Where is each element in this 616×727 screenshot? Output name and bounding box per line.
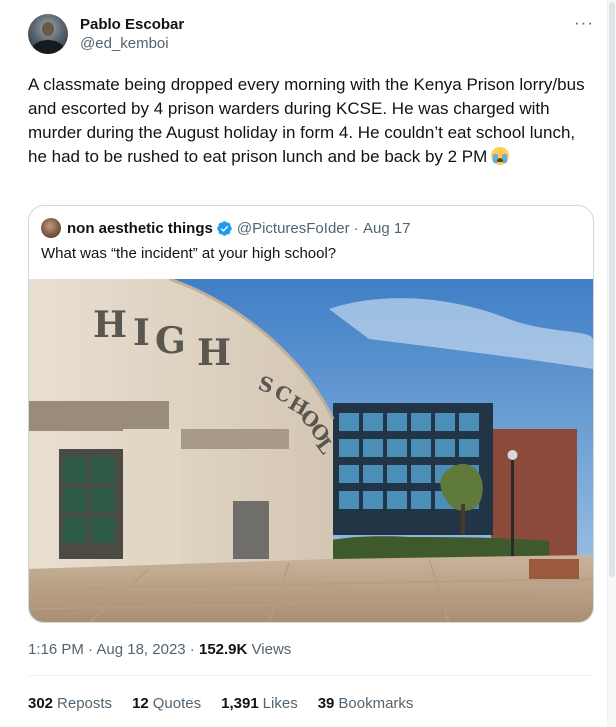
quoted-tweet-header: non aesthetic things @PicturesFoIder · A… (41, 218, 411, 238)
lamp-head (507, 450, 518, 460)
svg-text:H: H (93, 304, 127, 346)
author-handle[interactable]: @ed_kemboi (80, 34, 184, 54)
tweet-detail: Pablo Escobar @ed_kemboi ··· A classmate… (0, 0, 608, 727)
engagement-stats: 302 Reposts 12 Quotes 1,391 Likes 39 Bookmar… (28, 694, 433, 714)
author-avatar[interactable] (28, 14, 68, 54)
quoted-author-handle[interactable]: @PicturesFoIder (237, 220, 350, 237)
avatar-shoulders (32, 40, 64, 54)
quoted-tweet-text: What was “the incident” at your high sch… (41, 245, 337, 262)
pillar (123, 429, 181, 569)
author-info: Pablo Escobar @ed_kemboi (80, 15, 184, 54)
scrollbar[interactable] (608, 0, 616, 727)
quotes-stat[interactable]: 12 Quotes (132, 694, 201, 714)
planter (529, 559, 579, 579)
divider (28, 675, 594, 676)
more-options-icon[interactable]: ··· (574, 14, 594, 32)
tweet-timestamp: 1:16 PM · Aug 18, 2023 · 152.9K Views (28, 641, 292, 658)
avatar-head (42, 22, 54, 36)
quoted-author-name[interactable]: non aesthetic things (67, 220, 213, 237)
views-count: 152.9K (198, 641, 248, 658)
tree-trunk (461, 504, 465, 534)
views-label: Views (251, 641, 292, 658)
quoted-tweet-date[interactable]: Aug 17 (363, 220, 411, 237)
high-school-photo[interactable]: H I G H S C H O O L (29, 279, 593, 623)
reposts-stat[interactable]: 302 Reposts (28, 694, 112, 714)
author-display-name[interactable]: Pablo Escobar (80, 15, 184, 34)
canopy-shadow-2 (179, 429, 289, 449)
likes-stat[interactable]: 1,391 Likes (221, 694, 298, 714)
loudly-crying-face-icon (491, 147, 510, 165)
scrollbar-thumb[interactable] (609, 2, 615, 577)
verified-badge-icon (217, 220, 232, 236)
svg-text:G: G (155, 320, 186, 362)
tweet-header: Pablo Escobar @ed_kemboi ··· (28, 14, 598, 58)
quoted-author-avatar[interactable] (41, 218, 61, 238)
svg-text:I: I (133, 312, 150, 354)
separator-dot: · (349, 219, 363, 237)
tweet-date[interactable]: Aug 18, 2023 (96, 641, 185, 658)
quoted-tweet-card[interactable]: non aesthetic things @PicturesFoIder · A… (28, 205, 594, 623)
door (233, 501, 269, 559)
svg-text:H: H (197, 332, 231, 374)
tweet-time[interactable]: 1:16 PM (28, 641, 84, 658)
lamp-post (511, 457, 514, 557)
tweet-body: A classmate being dropped every morning … (28, 73, 594, 169)
canopy-shadow (29, 401, 169, 431)
bookmarks-stat[interactable]: 39 Bookmarks (318, 694, 414, 714)
